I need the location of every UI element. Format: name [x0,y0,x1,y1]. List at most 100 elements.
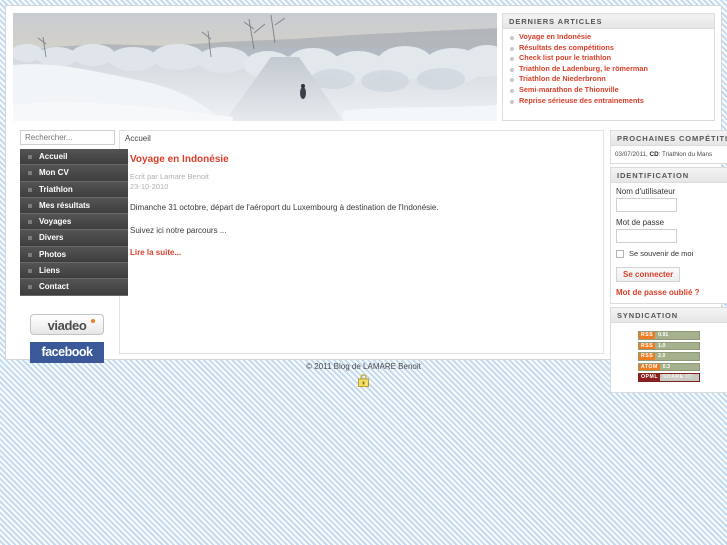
article-title[interactable]: Voyage en Indonésie [130,154,593,165]
sidebar-item-label: Accueil [39,152,68,161]
list-item[interactable]: Voyage en Indonésie [503,32,714,43]
sidebar-item-label: Mes résultats [39,200,91,210]
sidebar-item-label: Photos [39,249,67,259]
sidebar-item-label: Voyages [39,217,72,227]
latest-article-link: Semi-marathon de Thionville [519,84,619,94]
login-button[interactable]: Se connecter [616,267,681,282]
feed-version: 0.91 [655,332,699,339]
syndication-title: SYNDICATION [611,308,727,323]
list-item[interactable]: Semi-marathon de Thionville [503,85,714,96]
password-label: Mot de passe [616,218,665,227]
sidebar-item-label: Mon CV [39,168,69,178]
bullet-icon [510,88,514,93]
site-container: DERNIERS ARTICLES Voyage en Indonésie Ré… [5,5,727,393]
social-links: viadeo facebook [30,314,126,363]
list-item[interactable]: Check list pour le triathlon [503,53,714,64]
sidebar-item-voyages[interactable]: Voyages [20,214,128,231]
feed-kind: RSS [639,353,656,360]
article-author: Ecrit par Lamare Benoit [130,172,209,181]
sidebar-item-label: Triathlon [39,184,73,194]
latest-articles-panel: DERNIERS ARTICLES Voyage en Indonésie Ré… [502,13,715,121]
search-input[interactable] [20,130,115,145]
latest-articles-title: DERNIERS ARTICLES [503,14,714,29]
bullet-icon [28,155,32,159]
bullet-icon [28,187,32,192]
competitions-title: PROCHAINES COMPÉTITIONS [611,131,727,146]
bullet-icon [510,46,514,51]
competition-entry: 03/07/2011, CD: Triathlon du Mans [611,146,727,163]
article-paragraph-1: Dimanche 31 octobre, départ de l'aéropor… [130,203,439,212]
bullet-icon [28,220,32,225]
viadeo-dot-icon [91,319,95,323]
viadeo-button[interactable]: viadeo [30,314,104,335]
breadcrumb: Accueil [119,130,604,146]
facebook-button[interactable]: facebook [30,342,104,363]
competition-date: 03/07/2011, [615,151,650,158]
footer-copyright: © 2011 Blog de LAMARE Benoit [306,362,421,371]
sidebar-item-label: Divers [39,233,64,243]
article-date: 23-10-2010 [130,182,169,191]
latest-article-link: Triathlon de Ladenburg, le römerman [519,63,648,73]
login-form: Nom d'utilisateur Mot de passe Se souven… [611,183,727,303]
bullet-icon [28,171,32,176]
feed-badge-rss-20[interactable]: RSS 2.0 [638,352,700,361]
list-item[interactable]: Triathlon de Ladenburg, le römerman [503,64,714,75]
remember-me-row[interactable]: Se souvenir de moi [616,249,722,258]
competitions-panel: PROCHAINES COMPÉTITIONS 03/07/2011, CD: … [610,130,727,164]
bullet-icon [28,285,32,290]
bullet-icon [28,236,32,241]
list-item[interactable]: Reprise sérieuse des entrainements [503,96,714,107]
page-root: DERNIERS ARTICLES Voyage en Indonésie Ré… [0,0,727,545]
identification-panel: IDENTIFICATION Nom d'utilisateur Mot de … [610,167,727,304]
right-sidebar: PROCHAINES COMPÉTITIONS 03/07/2011, CD: … [610,130,727,396]
header-banner-image [13,13,497,121]
bullet-icon [28,252,32,257]
forgot-password-link[interactable]: Mot de passe oublié ? [616,288,722,297]
username-label: Nom d'utilisateur [616,187,676,196]
sidebar-item-photos[interactable]: Photos [20,246,128,264]
bullet-icon [28,203,32,208]
bullet-icon [510,36,514,40]
sidebar-item-accueil[interactable]: Accueil [20,149,128,166]
sidebar-item-liens[interactable]: Liens [20,263,128,280]
feed-kind: RSS [639,342,656,349]
identification-title: IDENTIFICATION [611,168,727,183]
sidebar-nav: Accueil Mon CV Triathlon Mes résultats V… [20,149,128,296]
competition-category: CD [649,151,659,158]
sidebar-item-mon-cv[interactable]: Mon CV [20,165,128,182]
latest-article-link: Résultats des compétitions [519,42,614,52]
remember-me-checkbox[interactable] [616,249,624,258]
main-content: Voyage en Indonésie Ecrit par Lamare Ben… [119,146,604,354]
sidebar-item-divers[interactable]: Divers [20,230,128,247]
header: DERNIERS ARTICLES Voyage en Indonésie Ré… [13,13,715,121]
bullet-icon [510,99,514,104]
username-input[interactable] [616,198,677,212]
competition-event: : Triathlon du Mans [658,151,713,158]
bullet-icon [510,67,514,72]
feed-version: 1.0 [655,342,699,349]
padlock-icon [358,374,369,392]
remember-me-label: Se souvenir de moi [629,249,694,258]
bullet-icon [510,57,514,62]
feed-badge-rss-10[interactable]: RSS 1.0 [638,341,700,350]
footer: © 2011 Blog de LAMARE Benoit [5,362,722,392]
sidebar-item-label: Contact [39,282,69,292]
feed-kind: RSS [639,332,656,339]
sidebar-item-triathlon[interactable]: Triathlon [20,181,128,198]
password-input[interactable] [616,229,677,243]
viadeo-label: viadeo [47,318,87,333]
feed-version: 2.0 [655,353,699,360]
feed-badge-rss-091[interactable]: RSS 0.91 [638,331,700,340]
bullet-icon [28,269,32,274]
article-paragraph-2: Suivez ici notre parcours ... [130,226,227,235]
latest-article-link: Voyage en Indonésie [519,32,592,41]
sidebar-item-contact[interactable]: Contact [20,279,128,296]
sidebar-item-label: Liens [39,266,60,276]
latest-article-link: Check list pour le triathlon [519,53,612,63]
read-more-link[interactable]: Lire la suite... [130,248,593,257]
list-item[interactable]: Triathlon de Niederbronn [503,74,714,85]
list-item[interactable]: Résultats des compétitions [503,43,714,54]
latest-article-link: Triathlon de Niederbronn [519,74,606,84]
sidebar-item-mes-resultats[interactable]: Mes résultats [20,197,128,215]
latest-articles-list: Voyage en Indonésie Résultats des compét… [503,29,714,106]
